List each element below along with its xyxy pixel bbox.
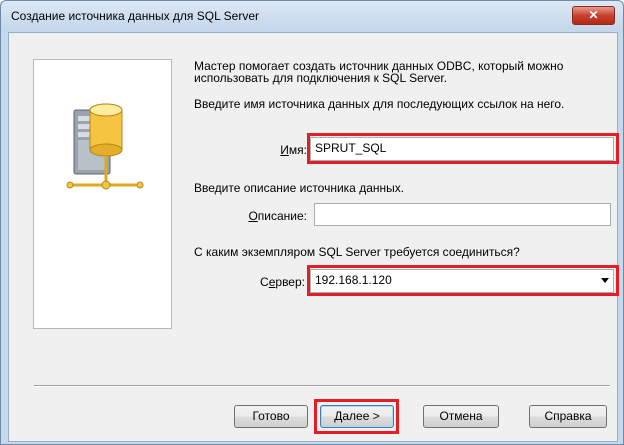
close-icon: ✕: [588, 8, 599, 22]
description-input[interactable]: [314, 203, 611, 226]
server-highlight: [307, 265, 619, 296]
description-label: Описание:: [248, 209, 307, 223]
intro-line-3: Введите имя источника данных для последу…: [194, 97, 565, 111]
name-highlight: [307, 133, 619, 164]
dialog-body: Мастер помогает создать источник данных …: [8, 32, 619, 442]
dialog-window: Создание источника данных для SQL Server…: [0, 0, 624, 445]
wizard-illustration: [33, 59, 172, 329]
cancel-button[interactable]: Отмена: [423, 405, 499, 428]
window-title: Создание источника данных для SQL Server: [11, 9, 260, 23]
separator: [34, 385, 610, 387]
help-button[interactable]: Справка: [529, 405, 607, 428]
description-prompt: Введите описание источника данных.: [194, 181, 405, 195]
name-label: Имя:: [280, 143, 307, 157]
next-highlight: [314, 399, 399, 434]
server-database-icon: [66, 103, 144, 190]
server-prompt: С каким экземпляром SQL Server требуется…: [194, 245, 520, 259]
title-bar[interactable]: Создание источника данных для SQL Server…: [1, 1, 623, 31]
close-button[interactable]: ✕: [572, 6, 615, 25]
intro-line-2: использовать для подключения к SQL Serve…: [194, 71, 448, 85]
server-label: Сервер:: [260, 275, 305, 289]
finish-button[interactable]: Готово: [234, 405, 308, 428]
